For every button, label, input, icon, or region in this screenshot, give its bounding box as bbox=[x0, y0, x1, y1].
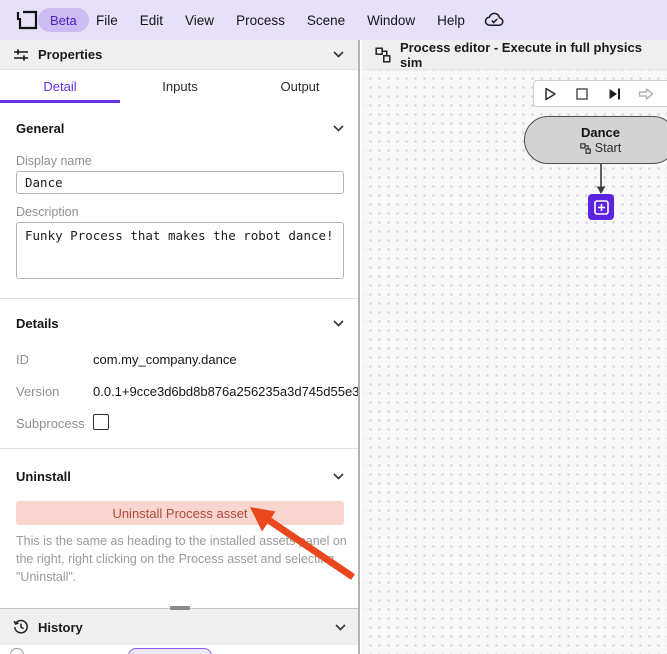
app-window: Beta File Edit View Process Scene Window… bbox=[0, 0, 667, 654]
app-logo-icon bbox=[16, 10, 38, 30]
add-node-button[interactable] bbox=[588, 194, 614, 220]
process-node-start[interactable]: Dance Start bbox=[524, 116, 667, 164]
display-name-label: Display name bbox=[16, 154, 92, 168]
properties-panel-header[interactable]: Properties bbox=[0, 40, 358, 70]
menu-items: File Edit View Process Scene Window Help bbox=[96, 0, 465, 40]
menu-process[interactable]: Process bbox=[236, 13, 285, 28]
subprocess-checkbox[interactable] bbox=[93, 414, 109, 430]
node-subtitle-label: Start bbox=[594, 140, 622, 155]
continue-arrow-icon bbox=[638, 87, 654, 100]
menu-window[interactable]: Window bbox=[367, 13, 415, 28]
menu-view[interactable]: View bbox=[185, 13, 214, 28]
uninstall-help-text: This is the same as heading to the insta… bbox=[16, 534, 347, 584]
id-value: com.my_company.dance bbox=[93, 352, 237, 367]
sliders-icon bbox=[14, 48, 28, 61]
stop-button[interactable] bbox=[566, 81, 598, 106]
section-divider bbox=[0, 448, 358, 449]
uninstall-section-title: Uninstall bbox=[16, 469, 71, 484]
history-panel-title: History bbox=[38, 619, 83, 635]
subprocess-label: Subprocess bbox=[16, 416, 85, 431]
id-label: ID bbox=[16, 352, 29, 367]
details-collapse-chevron-icon[interactable] bbox=[333, 320, 344, 327]
properties-panel-title: Properties bbox=[38, 47, 103, 62]
chevron-down-icon[interactable] bbox=[333, 51, 344, 58]
flowchart-icon bbox=[375, 46, 391, 63]
process-canvas[interactable]: Dance Start bbox=[362, 70, 667, 654]
process-editor-title: Process editor - Execute in full physics… bbox=[399, 40, 642, 70]
menu-edit[interactable]: Edit bbox=[140, 13, 163, 28]
step-forward-button[interactable] bbox=[598, 81, 630, 106]
history-entry-avatar bbox=[10, 648, 24, 654]
plus-in-square-icon bbox=[593, 199, 609, 215]
step-forward-icon bbox=[609, 88, 620, 99]
history-panel-header[interactable]: History bbox=[0, 606, 358, 645]
menu-scene[interactable]: Scene bbox=[307, 13, 345, 28]
stop-icon bbox=[576, 87, 588, 100]
tab-output[interactable]: Output bbox=[240, 70, 358, 103]
node-connector-arrow bbox=[596, 164, 606, 194]
menu-help[interactable]: Help bbox=[437, 13, 465, 28]
menu-bar: Beta File Edit View Process Scene Window… bbox=[0, 0, 667, 40]
tab-inputs[interactable]: Inputs bbox=[120, 70, 240, 103]
node-subtitle: Start bbox=[580, 141, 621, 156]
version-value: 0.0.1+9cce3d6bd8b876a256235a3d745d55e33 bbox=[93, 384, 358, 399]
history-chevron-down-icon[interactable] bbox=[335, 623, 346, 631]
beta-badge: Beta bbox=[38, 8, 89, 32]
history-clock-icon bbox=[13, 619, 28, 634]
display-name-input[interactable] bbox=[16, 171, 344, 194]
uninstall-button[interactable]: Uninstall Process asset bbox=[16, 501, 344, 525]
uninstall-collapse-chevron-icon[interactable] bbox=[333, 473, 344, 480]
description-label: Description bbox=[16, 205, 79, 219]
node-title: Dance bbox=[580, 124, 621, 140]
section-divider bbox=[0, 298, 358, 299]
details-section-title: Details bbox=[16, 316, 59, 331]
general-collapse-chevron-icon[interactable] bbox=[333, 125, 344, 132]
description-textarea[interactable] bbox=[16, 222, 344, 279]
play-button[interactable] bbox=[534, 81, 566, 106]
play-icon bbox=[544, 87, 556, 100]
general-section-title: General bbox=[16, 121, 65, 136]
process-editor-header: Process editor - Execute in full physics… bbox=[362, 40, 667, 70]
process-editor-panel: Process editor - Execute in full physics… bbox=[362, 40, 667, 654]
flowchart-icon bbox=[580, 142, 591, 154]
menu-file[interactable]: File bbox=[96, 13, 118, 28]
tab-detail[interactable]: Detail bbox=[0, 70, 120, 103]
version-label: Version bbox=[16, 384, 60, 399]
continue-button[interactable] bbox=[630, 81, 662, 106]
panel-resize-handle[interactable] bbox=[170, 606, 190, 610]
run-toolbar bbox=[533, 80, 667, 107]
history-entry-badge bbox=[128, 648, 212, 654]
cloud-check-icon[interactable] bbox=[484, 10, 505, 30]
properties-panel: Properties Detail Inputs Output General … bbox=[0, 40, 360, 654]
properties-tabs: Detail Inputs Output bbox=[0, 70, 358, 103]
